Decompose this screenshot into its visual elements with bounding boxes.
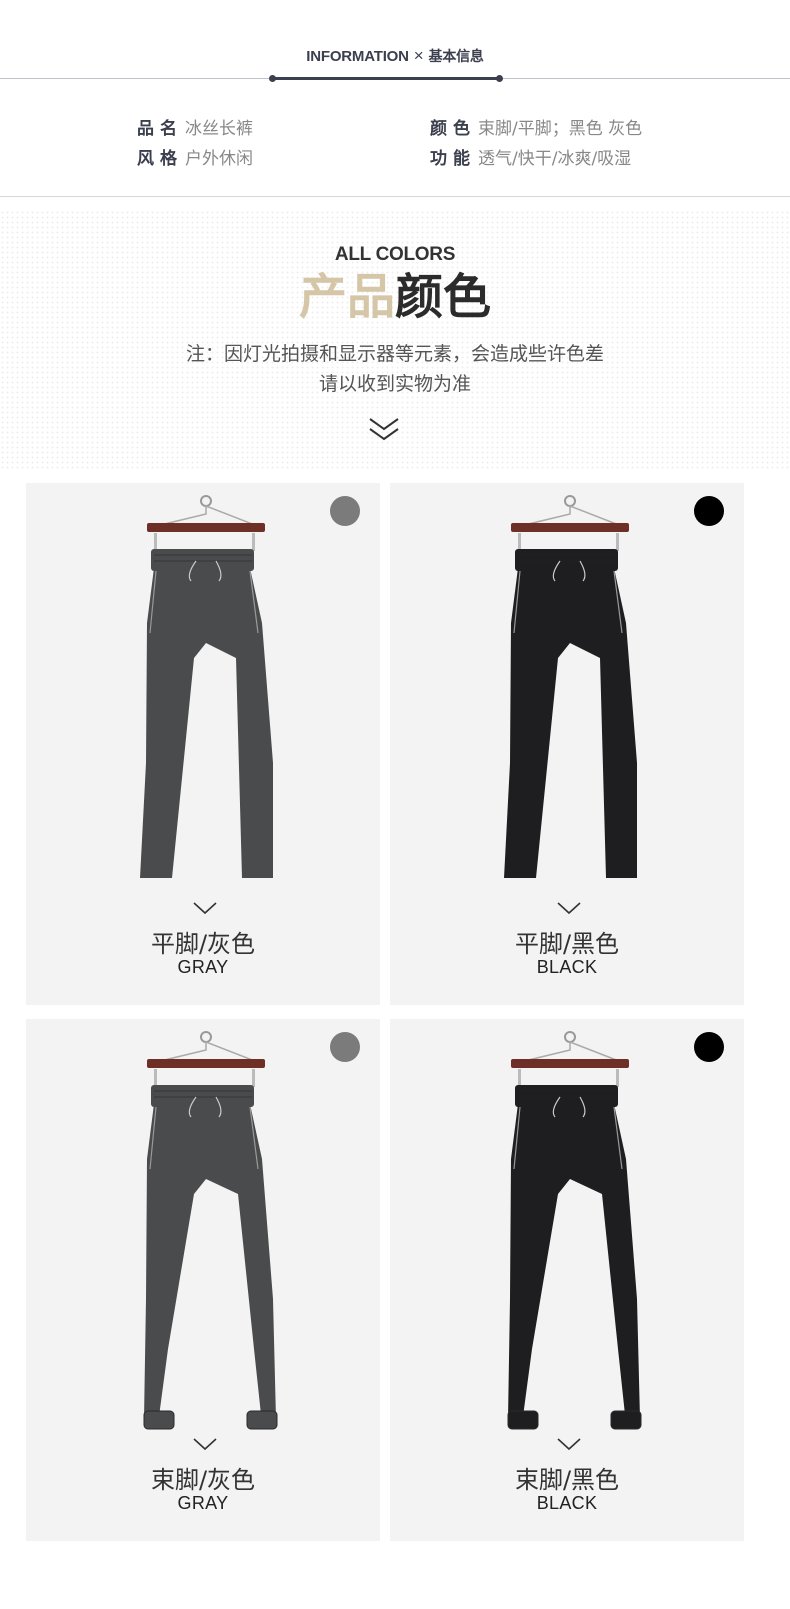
information-header: INFORMATION × 基本信息 (0, 40, 790, 80)
product-name-en: BLACK (536, 957, 598, 977)
chevron-down-icon (557, 1438, 581, 1451)
spec-color: 颜色 束脚/平脚；黑色 灰色 (430, 119, 643, 139)
pants-image (504, 495, 637, 878)
color-note-line2: 请以收到实物为准 (318, 373, 471, 395)
accent-dot-left (269, 75, 276, 82)
header-accent-bar (272, 77, 500, 80)
product-name-cn: 平脚/黑色 (514, 930, 620, 958)
pants-image (140, 495, 273, 878)
information-title-cn: 基本信息 (428, 49, 484, 65)
spec-function: 功能 透气/快干/冰爽/吸湿 (430, 149, 632, 169)
information-title-en: INFORMATION (306, 48, 409, 65)
color-note-line1: 注：因灯光拍摄和显示器等元素，会造成些许色差 (185, 343, 604, 365)
double-chevron-down-icon (369, 418, 399, 441)
product-name-en: GRAY (177, 1493, 229, 1513)
spec-style: 风格 户外休闲 (137, 149, 253, 169)
product-card[interactable]: 平脚/黑色 BLACK (390, 483, 744, 1005)
product-name-cn: 平脚/灰色 (150, 930, 256, 958)
product-name-en: BLACK (536, 1493, 598, 1513)
chevron-down-icon (557, 902, 581, 915)
spec-divider (0, 196, 790, 197)
pants-image (507, 1031, 642, 1430)
all-colors-eyebrow: ALL COLORS (334, 244, 456, 265)
product-card[interactable]: 束脚/黑色 BLACK (390, 1019, 744, 1541)
product-card[interactable]: 束脚/灰色 GRAY (26, 1019, 380, 1541)
product-name-en: GRAY (177, 957, 229, 977)
pants-image (143, 1031, 278, 1430)
product-name-cn: 束脚/黑色 (514, 1466, 620, 1494)
chevron-down-icon (193, 1438, 217, 1451)
product-card[interactable]: 平脚/灰色 GRAY (26, 483, 380, 1005)
information-title: INFORMATION × 基本信息 (0, 46, 790, 66)
close-icon: × (413, 46, 424, 65)
product-name-cn: 束脚/灰色 (150, 1466, 256, 1494)
colors-title-part1: 产品 (298, 269, 395, 325)
spec-name: 品名 冰丝长裤 (137, 119, 253, 139)
colors-title-part2: 颜色 (395, 269, 492, 325)
chevron-down-icon (193, 902, 217, 915)
colors-title: 产品颜色 (0, 266, 790, 328)
accent-dot-right (496, 75, 503, 82)
